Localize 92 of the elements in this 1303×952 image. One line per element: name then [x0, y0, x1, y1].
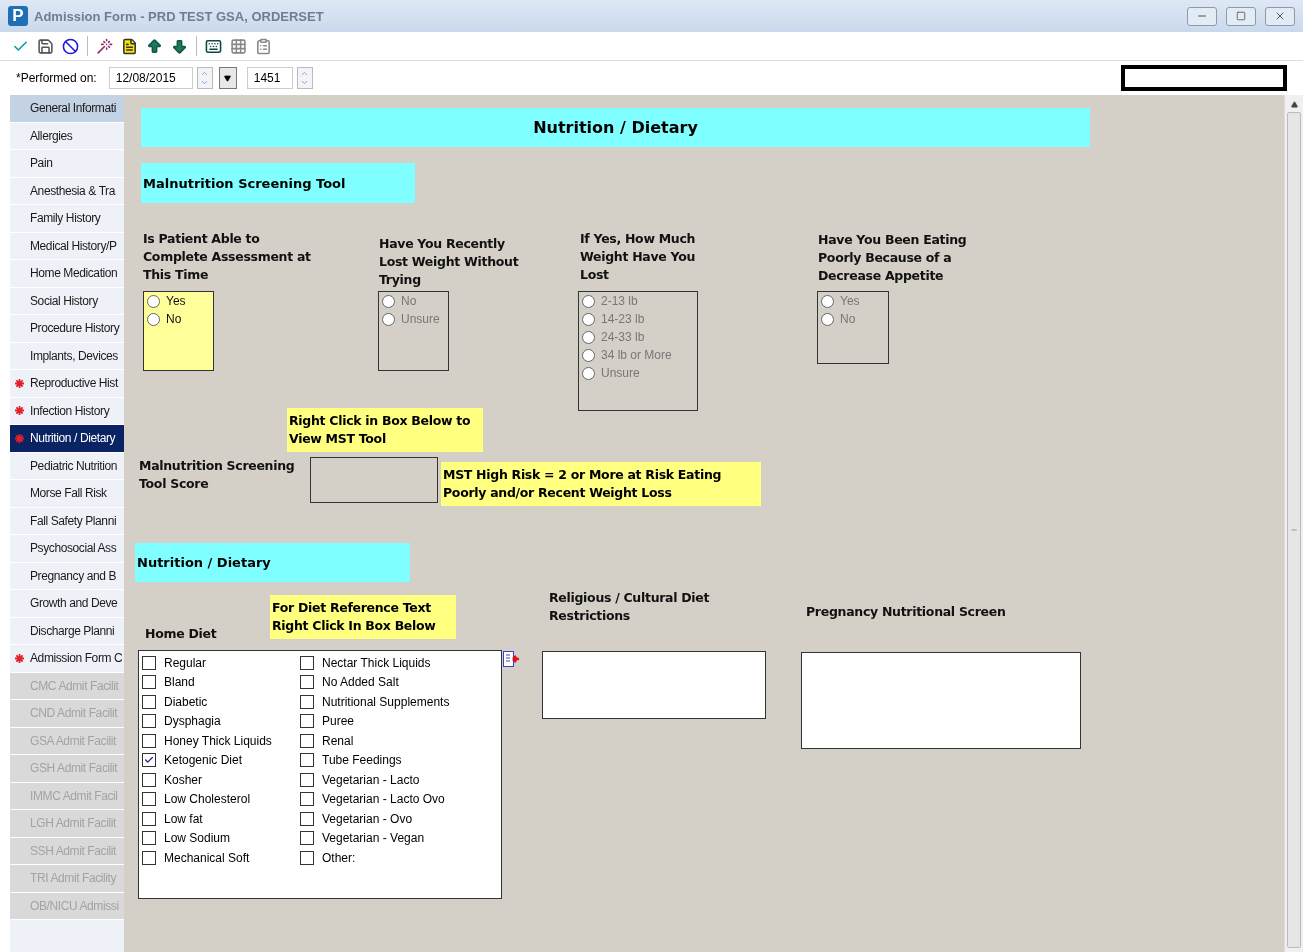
close-icon — [1274, 10, 1286, 22]
radio-option[interactable]: No — [147, 312, 210, 326]
checkbox[interactable] — [300, 772, 314, 787]
question-label: Is Patient Able to Complete Assessment at This Time — [143, 230, 312, 284]
scrollbar[interactable] — [1284, 95, 1303, 952]
score-label: Malnutrition Screening Tool Score — [139, 457, 296, 493]
diet-option[interactable]: Regular — [142, 653, 300, 673]
pregnancy-field[interactable] — [801, 652, 1081, 749]
radio-button[interactable] — [147, 312, 160, 326]
wand-icon[interactable] — [96, 37, 113, 55]
checkbox[interactable] — [300, 831, 314, 846]
checkbox[interactable] — [142, 811, 156, 826]
date-field[interactable]: 12/08/2015 — [108, 67, 193, 89]
diet-option[interactable]: Mechanical Soft — [142, 848, 300, 868]
checkbox[interactable] — [142, 714, 156, 729]
arrow-down-icon[interactable] — [171, 37, 188, 55]
diet-option[interactable]: Puree — [300, 711, 498, 731]
checkbox[interactable] — [142, 733, 156, 748]
section-header: Malnutrition Screening Tool — [141, 163, 415, 203]
note-label: For Diet Reference Text Right Click In Box Below — [270, 595, 456, 639]
checkbox[interactable] — [300, 850, 314, 865]
score-field[interactable] — [310, 457, 438, 503]
checkbox[interactable] — [300, 694, 314, 709]
checkbox[interactable] — [300, 733, 314, 748]
keyboard-icon[interactable] — [205, 37, 222, 55]
diet-option[interactable]: Ketogenic Diet — [142, 750, 300, 770]
question-label: Have You Been Eating Poorly Because of a Decrease Appetite — [818, 231, 968, 285]
diet-option[interactable]: Nectar Thick Liquids — [300, 653, 498, 673]
diet-option[interactable]: Vegetarian - Lacto — [300, 770, 498, 790]
home-diet-label: Home Diet — [145, 625, 217, 643]
input-field[interactable] — [1121, 65, 1287, 91]
religious-label: Religious / Cultural Diet Restrictions — [549, 589, 711, 625]
checkmark-icon — [144, 755, 154, 766]
checkbox[interactable] — [300, 714, 314, 729]
diet-option[interactable]: Diabetic — [142, 692, 300, 712]
diet-option[interactable]: Other: — [300, 848, 498, 868]
sidebar-item[interactable]: General Informati — [10, 95, 124, 123]
checkbox[interactable] — [142, 753, 156, 768]
reference-icon[interactable] — [503, 651, 519, 667]
checkbox[interactable] — [142, 772, 156, 787]
arrow-up-icon[interactable] — [146, 37, 163, 55]
save-icon[interactable] — [37, 37, 54, 55]
section-header: Nutrition / Dietary — [135, 543, 410, 582]
diet-option[interactable]: No Added Salt — [300, 672, 498, 692]
scroll-up-icon[interactable] — [1290, 101, 1298, 108]
question-label: Have You Recently Lost Weight Without Trying — [379, 235, 520, 289]
cancel-icon[interactable] — [62, 37, 79, 55]
checkbox[interactable] — [142, 675, 156, 690]
question-label: If Yes, How Much Weight Have You Lost — [580, 230, 697, 284]
grip-icon — [1290, 526, 1298, 534]
diet-option[interactable]: Bland — [142, 672, 300, 692]
maximize-icon — [1236, 11, 1246, 21]
maximize-button[interactable] — [1226, 6, 1256, 26]
time-field[interactable]: 1451 — [246, 67, 293, 89]
dropdown-button[interactable] — [218, 67, 237, 89]
checkbox[interactable] — [142, 831, 156, 846]
checkbox[interactable] — [300, 811, 314, 826]
app-logo: P — [8, 6, 28, 26]
checkbox[interactable] — [300, 675, 314, 690]
radio-option[interactable]: Yes — [147, 294, 210, 308]
note-label: Right Click in Box Below to View MST Tool — [287, 408, 483, 452]
diet-option[interactable]: Nutritional Supplements — [300, 692, 498, 712]
diet-option[interactable]: Renal — [300, 731, 498, 751]
sidebar-item[interactable]: Nutrition / Dietary — [10, 425, 124, 453]
checkbox[interactable] — [142, 655, 156, 670]
diet-option[interactable]: Honey Thick Liquids — [142, 731, 300, 751]
note-icon[interactable] — [121, 37, 138, 55]
section-title: Nutrition / Dietary — [141, 108, 1090, 147]
pregnancy-label: Pregnancy Nutritional Screen — [806, 603, 1007, 621]
diet-option[interactable]: Kosher — [142, 770, 300, 790]
diet-option[interactable]: Vegetarian - Vegan — [300, 828, 498, 848]
diet-option[interactable]: Low fat — [142, 809, 300, 829]
diet-option[interactable]: Low Cholesterol — [142, 789, 300, 809]
note-label: MST High Risk = 2 or More at Risk Eating Poorly and/or Recent Weight Loss — [441, 462, 761, 506]
religious-field[interactable] — [542, 651, 766, 719]
checkbox[interactable] — [300, 753, 314, 768]
checkbox[interactable] — [300, 655, 314, 670]
checkbox[interactable] — [142, 850, 156, 865]
diet-option[interactable]: Vegetarian - Ovo — [300, 809, 498, 829]
checkbox[interactable] — [300, 792, 314, 807]
performed-on-label: *Performed on: — [16, 71, 97, 85]
radio-button[interactable] — [147, 294, 160, 308]
checkbox[interactable] — [142, 792, 156, 807]
diet-option[interactable]: Tube Feedings — [300, 750, 498, 770]
checkbox[interactable] — [142, 694, 156, 709]
scroll-thumb[interactable] — [1287, 112, 1301, 948]
caret-icon — [224, 74, 232, 82]
grid-icon[interactable] — [230, 37, 247, 55]
diet-option[interactable]: Dysphagia — [142, 711, 300, 731]
window-title: Admission Form - PRD TEST GSA, ORDERSET — [34, 8, 325, 24]
diet-option[interactable]: Vegetarian - Lacto Ovo — [300, 789, 498, 809]
diet-option[interactable]: Low Sodium — [142, 828, 300, 848]
